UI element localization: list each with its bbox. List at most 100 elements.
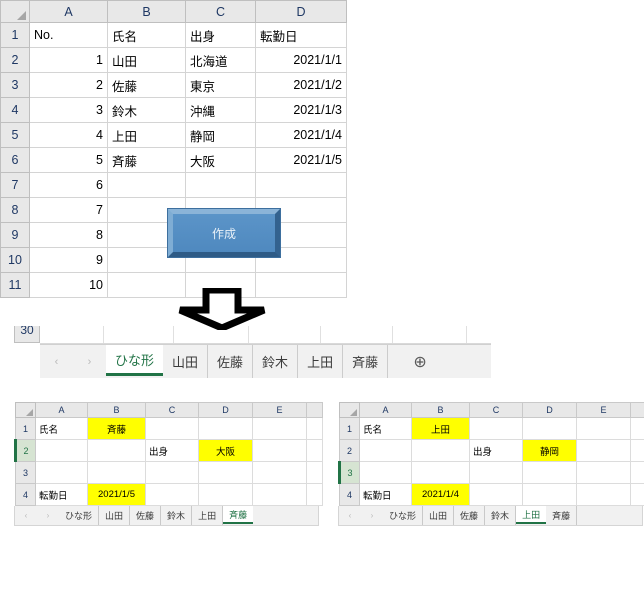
cell-D4[interactable]: 2021/1/3: [256, 98, 347, 123]
panel-cell-C4[interactable]: [470, 484, 523, 506]
panel-cell-D4[interactable]: [523, 484, 577, 506]
row-header-11[interactable]: 11: [1, 273, 30, 298]
sheet-tab-1[interactable]: 山田: [163, 345, 208, 378]
row-header-5[interactable]: 5: [1, 123, 30, 148]
panel-column-header-A[interactable]: A: [36, 403, 88, 418]
panel-cell-E1[interactable]: [253, 418, 307, 440]
panel-select-all-corner[interactable]: [16, 403, 36, 418]
sheet-tab-5[interactable]: 斉藤: [343, 345, 388, 378]
cell-A3[interactable]: 2: [30, 73, 108, 98]
cell-A10[interactable]: 9: [30, 248, 108, 273]
panel-row-header-3[interactable]: 3: [16, 462, 36, 484]
cell-B7[interactable]: [108, 173, 186, 198]
cell-D5[interactable]: 2021/1/4: [256, 123, 347, 148]
panel-cell-E4[interactable]: [253, 484, 307, 506]
panel-tab-scroll-arrows[interactable]: ‹›: [15, 506, 59, 525]
panel-cell-B4[interactable]: 2021/1/5: [88, 484, 146, 506]
panel-row-header-1[interactable]: 1: [340, 418, 360, 440]
sheet-tab-3[interactable]: 鈴木: [253, 345, 298, 378]
cell-C3[interactable]: 東京: [186, 73, 256, 98]
panel-cell-A2[interactable]: [36, 440, 88, 462]
cell-C4[interactable]: 沖縄: [186, 98, 256, 123]
panel-sheet-tab-0[interactable]: ひな形: [59, 506, 99, 525]
panel-column-header-B[interactable]: B: [88, 403, 146, 418]
panel-cell-E2[interactable]: [577, 440, 631, 462]
panel-sheet-tab-4[interactable]: 上田: [192, 506, 223, 525]
panel-sheet-tab-1[interactable]: 山田: [99, 506, 130, 525]
panel-cell-C3[interactable]: [146, 462, 199, 484]
panel-row-header-3[interactable]: 3: [340, 462, 360, 484]
panel-cell-E3[interactable]: [253, 462, 307, 484]
panel-sheet-tab-3[interactable]: 鈴木: [485, 506, 516, 525]
row-header-6[interactable]: 6: [1, 148, 30, 173]
panel-row-header-2[interactable]: 2: [16, 440, 36, 462]
panel-cell-E1[interactable]: [577, 418, 631, 440]
panel-cell-C4[interactable]: [146, 484, 199, 506]
cell-A5[interactable]: 4: [30, 123, 108, 148]
cell-A8[interactable]: 7: [30, 198, 108, 223]
add-sheet-icon[interactable]: ⊕: [388, 345, 452, 378]
panel-sheet-tab-3[interactable]: 鈴木: [161, 506, 192, 525]
panel-cell-D4[interactable]: [199, 484, 253, 506]
row-header-2[interactable]: 2: [1, 48, 30, 73]
cell-A7[interactable]: 6: [30, 173, 108, 198]
panel-tab-scroll-next-icon[interactable]: ›: [371, 511, 374, 520]
cell-A11[interactable]: 10: [30, 273, 108, 298]
panel-row-header-1[interactable]: 1: [16, 418, 36, 440]
tab-scroll-arrows[interactable]: ‹ ›: [40, 345, 106, 378]
panel-sheet-tab-2[interactable]: 佐藤: [454, 506, 485, 525]
cell-B6[interactable]: 斉藤: [108, 148, 186, 173]
cell-C6[interactable]: 大阪: [186, 148, 256, 173]
cell-A9[interactable]: 8: [30, 223, 108, 248]
cell-C7[interactable]: [186, 173, 256, 198]
cell-A6[interactable]: 5: [30, 148, 108, 173]
cell-D6[interactable]: 2021/1/5: [256, 148, 347, 173]
tab-scroll-next-icon[interactable]: ›: [88, 356, 92, 368]
panel-cell-C2[interactable]: 出身: [470, 440, 523, 462]
panel-sheet-tab-5[interactable]: 斉藤: [546, 506, 577, 525]
panel-cell-C2[interactable]: 出身: [146, 440, 199, 462]
panel-sheet-tab-active-4[interactable]: 上田: [516, 506, 546, 524]
column-header-c[interactable]: C: [186, 1, 256, 23]
row-header-4[interactable]: 4: [1, 98, 30, 123]
cell-C5[interactable]: 静岡: [186, 123, 256, 148]
panel-cell-E2[interactable]: [253, 440, 307, 462]
panel-column-header-A[interactable]: A: [360, 403, 412, 418]
panel-cell-B1[interactable]: 上田: [412, 418, 470, 440]
panel-cell-C1[interactable]: [146, 418, 199, 440]
cell-C1[interactable]: 出身: [186, 23, 256, 48]
cell-D1[interactable]: 転勤日: [256, 23, 347, 48]
panel-cell-C3[interactable]: [470, 462, 523, 484]
panel-tab-scroll-prev-icon[interactable]: ‹: [25, 511, 28, 520]
panel-column-header-D[interactable]: D: [199, 403, 253, 418]
create-button[interactable]: 作成: [168, 209, 280, 257]
row-header-10[interactable]: 10: [1, 248, 30, 273]
column-header-a[interactable]: A: [30, 1, 108, 23]
panel-sheet-tab-0[interactable]: ひな形: [383, 506, 423, 525]
panel-cell-B4[interactable]: 2021/1/4: [412, 484, 470, 506]
panel-tab-scroll-next-icon[interactable]: ›: [47, 511, 50, 520]
panel-row-header-4[interactable]: 4: [340, 484, 360, 506]
column-header-b[interactable]: B: [108, 1, 186, 23]
panel-sheet-tab-1[interactable]: 山田: [423, 506, 454, 525]
panel-cell-B3[interactable]: [412, 462, 470, 484]
row-header-7[interactable]: 7: [1, 173, 30, 198]
cell-A4[interactable]: 3: [30, 98, 108, 123]
panel-cell-A4[interactable]: 転勤日: [360, 484, 412, 506]
cell-B3[interactable]: 佐藤: [108, 73, 186, 98]
panel-cell-B2[interactable]: [88, 440, 146, 462]
cell-B2[interactable]: 山田: [108, 48, 186, 73]
cell-D7[interactable]: [256, 173, 347, 198]
panel-column-header-E[interactable]: E: [577, 403, 631, 418]
panel-cell-E3[interactable]: [577, 462, 631, 484]
panel-column-header-C[interactable]: C: [470, 403, 523, 418]
panel-cell-D2[interactable]: 大阪: [199, 440, 253, 462]
row-header-8[interactable]: 8: [1, 198, 30, 223]
sheet-tab-active-0[interactable]: ひな形: [106, 345, 163, 376]
panel-row-header-2[interactable]: 2: [340, 440, 360, 462]
panel-cell-A1[interactable]: 氏名: [36, 418, 88, 440]
panel-cell-A1[interactable]: 氏名: [360, 418, 412, 440]
panel-sheet-tab-2[interactable]: 佐藤: [130, 506, 161, 525]
panel-cell-D2[interactable]: 静岡: [523, 440, 577, 462]
panel-cell-D1[interactable]: [199, 418, 253, 440]
